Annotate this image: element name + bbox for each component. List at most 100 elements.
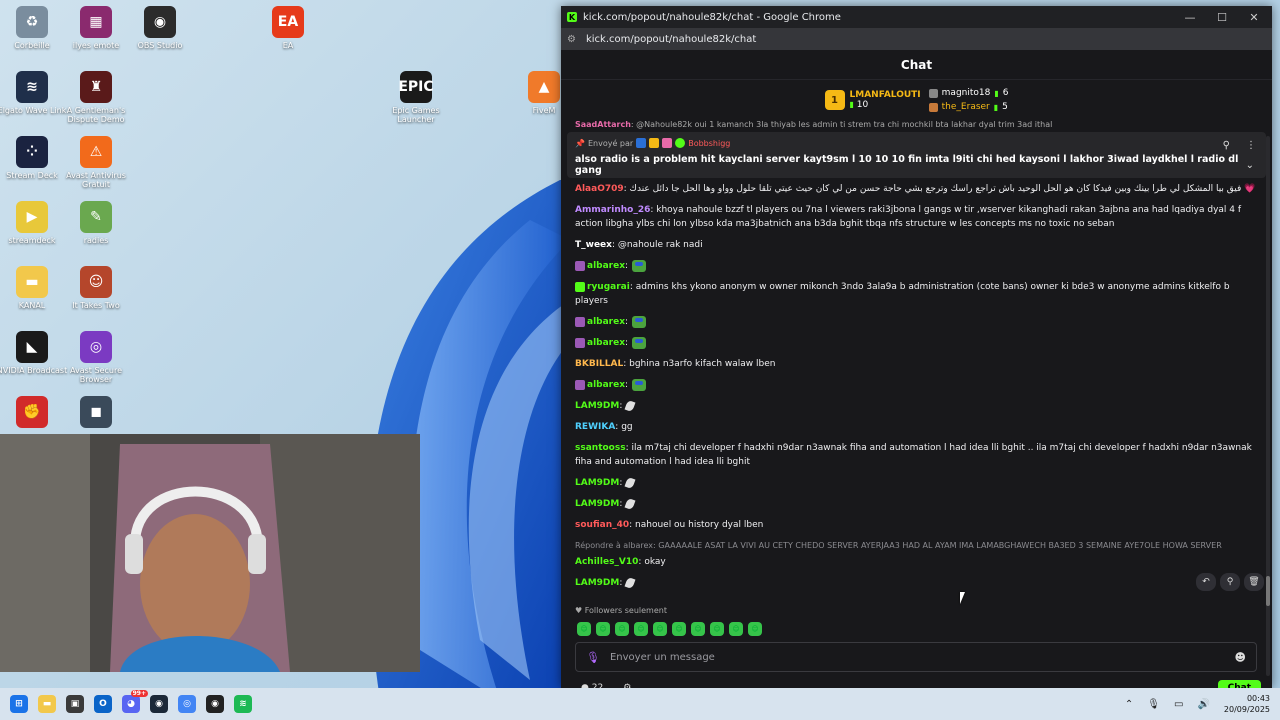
minimize-button[interactable]: — <box>1184 11 1196 24</box>
chat-username[interactable]: LAM9DM <box>575 401 619 411</box>
chat-username[interactable]: albarex <box>587 380 625 390</box>
desktop-icon[interactable]: ◼ <box>60 396 132 431</box>
emote-icon[interactable]: ☺ <box>710 622 724 636</box>
desktop-icon[interactable]: ⚠ Avast Antivirus Gratuit <box>60 136 132 189</box>
chat-username[interactable]: LAM9DM <box>575 578 619 588</box>
file-explorer-icon[interactable]: ▬ <box>38 695 56 713</box>
chat-message[interactable]: albarex: <box>575 315 1258 329</box>
chat-message[interactable]: LAM9DM: <box>575 497 1258 511</box>
chat-username[interactable]: albarex <box>587 317 625 327</box>
reply-icon[interactable]: ↶ <box>1196 573 1216 591</box>
chat-username[interactable]: LAM9DM <box>575 478 619 488</box>
steam-icon[interactable]: ◉ <box>150 695 168 713</box>
desktop-icon[interactable]: ♻ Corbeille <box>0 6 68 50</box>
chat-message[interactable]: albarex: <box>575 378 1258 392</box>
desktop-icon[interactable]: ≋ Elgato Wave Link <box>0 71 68 115</box>
delete-icon[interactable]: 🗑 <box>1244 573 1264 591</box>
desktop-icon[interactable]: ✎ radies <box>60 201 132 245</box>
obs-icon[interactable]: ◉ <box>206 695 224 713</box>
chat-message[interactable]: ryugarai: admins khs ykono anonym w owne… <box>575 280 1258 308</box>
pin-icon[interactable]: ⚲ <box>1220 573 1240 591</box>
pin-toggle-icon[interactable]: ⚲ <box>1223 140 1230 151</box>
chat-scrollbar[interactable] <box>1266 136 1270 676</box>
pinned-message[interactable]: 📌 Envoyé par Bobbshigg also radio is a p… <box>567 132 1266 178</box>
chat-message[interactable]: T_weex: @nahoule rak nadi <box>575 238 1258 252</box>
chat-username[interactable]: AlaaO709 <box>575 184 624 194</box>
emote-icon[interactable]: ☺ <box>748 622 762 636</box>
desktop-icon[interactable]: ▬ KANAL <box>0 266 68 310</box>
more-options-icon[interactable]: ⋮ <box>1246 140 1256 151</box>
reply-context[interactable]: Répondre à albarex: GAAAAALE ASAT LA VIV… <box>575 539 1258 553</box>
chat-username[interactable]: LAM9DM <box>575 499 619 509</box>
chat-username[interactable]: albarex <box>587 338 625 348</box>
spotify-icon[interactable]: ≋ <box>234 695 252 713</box>
desktop-icon[interactable]: ◣ NVIDIA Broadcast <box>0 331 68 375</box>
microphone-icon[interactable]: 🎙 <box>586 651 600 664</box>
chat-username[interactable]: REWIKA <box>575 422 615 432</box>
outlook-icon[interactable]: O <box>94 695 112 713</box>
emote-icon[interactable]: ☺ <box>615 622 629 636</box>
emote-icon[interactable]: ☺ <box>691 622 705 636</box>
emote-icon[interactable]: ☺ <box>729 622 743 636</box>
chevron-up-icon[interactable]: ⌃ <box>1125 699 1133 710</box>
maximize-button[interactable]: ☐ <box>1216 11 1228 24</box>
send-chat-button[interactable]: Chat <box>1217 680 1261 688</box>
chat-message[interactable]: BKBILLAL: bghina n3arfo kifach walaw lbe… <box>575 357 1258 371</box>
chat-message[interactable]: REWIKA: gg <box>575 420 1258 434</box>
store-icon[interactable]: ▣ <box>66 695 84 713</box>
chat-message[interactable]: soufian_40: nahouel ou history dyal lben <box>575 518 1258 532</box>
chat-message[interactable]: LAM9DM: <box>575 576 1258 590</box>
chat-message[interactable]: LAM9DM: <box>575 476 1258 490</box>
emote-icon[interactable]: ☺ <box>634 622 648 636</box>
emote-icon[interactable]: ☺ <box>672 622 686 636</box>
chat-username[interactable]: T_weex <box>575 240 612 250</box>
chat-username[interactable]: Achilles_V10 <box>575 557 638 567</box>
close-button[interactable]: ✕ <box>1248 11 1260 24</box>
desktop-icon[interactable]: EA EA <box>252 6 324 50</box>
chat-message[interactable]: ssantooss: ila m7taj chi developer f had… <box>575 441 1258 469</box>
url-text[interactable]: kick.com/popout/nahoule82k/chat <box>586 34 756 45</box>
desktop-icon[interactable]: ▶ streamdeck <box>0 201 68 245</box>
chat-username[interactable]: BKBILLAL <box>575 359 623 369</box>
desktop-icon[interactable]: ♜ A Gentleman's Dispute Demo <box>60 71 132 124</box>
microphone-icon[interactable]: 🎙 <box>1147 699 1160 710</box>
message-input[interactable] <box>609 651 1225 663</box>
discord-icon[interactable]: ◕ 99+ <box>122 690 148 713</box>
chat-message[interactable]: LAM9DM: <box>575 399 1258 413</box>
chevron-down-icon[interactable]: ⌄ <box>1246 160 1254 171</box>
desktop-icon[interactable]: ⁘ Stream Deck <box>0 136 68 180</box>
leaderboard-second[interactable]: magnito18 ▮ 6 <box>928 88 1008 98</box>
emote-icon[interactable]: ☺ <box>596 622 610 636</box>
chat-message[interactable]: AlaaO709: فيق بيا المشكل لي طرا بينك وبي… <box>575 182 1258 196</box>
desktop-icon[interactable]: ✊ <box>0 396 68 431</box>
network-icon[interactable]: ▭ <box>1174 699 1183 710</box>
chat-username[interactable]: ssantooss <box>575 443 626 453</box>
chat-username[interactable]: Ammarinho_26 <box>575 205 650 215</box>
chat-username[interactable]: albarex <box>587 261 625 271</box>
address-bar[interactable]: ⚙ kick.com/popout/nahoule82k/chat <box>561 28 1272 50</box>
leaderboard-third[interactable]: the_Eraser ▮ 5 <box>928 102 1009 112</box>
pinned-preview-user[interactable]: SaadAttarch <box>575 120 631 129</box>
chat-message[interactable]: albarex: <box>575 336 1258 350</box>
desktop-icon[interactable]: ☺ It Takes Two <box>60 266 132 310</box>
clock[interactable]: 00:43 20/09/2025 <box>1224 693 1270 715</box>
chat-username[interactable]: soufian_40 <box>575 520 629 530</box>
pinned-user[interactable]: Bobbshigg <box>688 139 730 148</box>
desktop-icon[interactable]: ◎ Avast Secure Browser <box>60 331 132 384</box>
volume-icon[interactable]: 🔊 <box>1197 699 1209 710</box>
desktop-icon[interactable]: ◉ OBS Studio <box>124 6 196 50</box>
chat-message[interactable]: albarex: <box>575 259 1258 273</box>
scrollbar-thumb[interactable] <box>1266 576 1270 606</box>
desktop-icon[interactable]: ▦ ilyes emote <box>60 6 132 50</box>
emoji-icon[interactable]: ☻ <box>1235 651 1246 664</box>
site-info-icon[interactable]: ⚙ <box>567 34 576 45</box>
desktop-icon[interactable]: EPIC Epic Games Launcher <box>380 71 452 124</box>
chat-username[interactable]: ryugarai <box>587 282 630 292</box>
chrome-icon[interactable]: ◎ <box>178 695 196 713</box>
leaderboard-first[interactable]: 1 LMANFALOUTI ▮ 10 <box>824 90 921 110</box>
emote-icon[interactable]: ☺ <box>577 622 591 636</box>
message-input-box[interactable]: 🎙 ☻ <box>575 642 1257 672</box>
chat-message[interactable]: Répondre à albarex: GAAAAALE ASAT LA VIV… <box>575 539 1258 569</box>
emote-icon[interactable]: ☺ <box>653 622 667 636</box>
start-button[interactable]: ⊞ <box>10 695 28 713</box>
